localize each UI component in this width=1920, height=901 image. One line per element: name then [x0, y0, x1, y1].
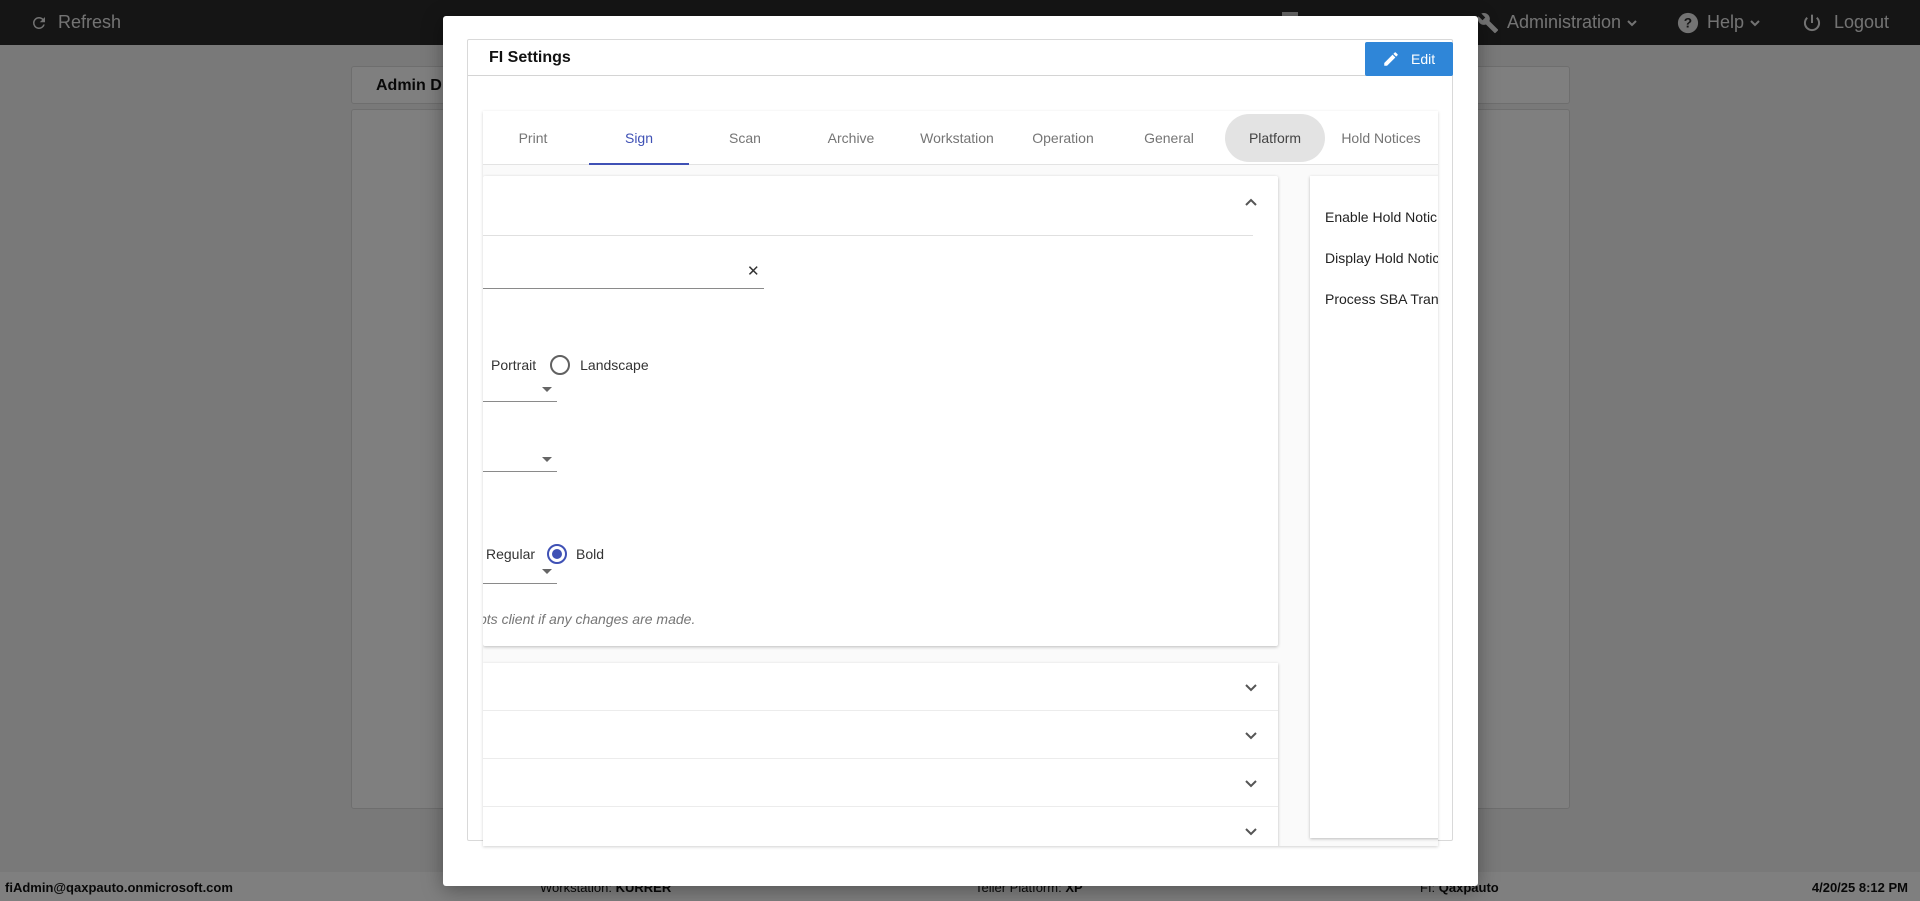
tab-label: Scan [729, 130, 761, 146]
dropdown-arrow-icon [542, 387, 552, 392]
dropdown-select-3[interactable] [483, 560, 557, 584]
dialog-header: FI Settings Edit [468, 40, 1453, 76]
enable-hold-notices-label: Enable Hold Notic [1325, 209, 1438, 225]
tab-label: General [1144, 130, 1194, 146]
chevron-up-icon[interactable] [1243, 195, 1259, 211]
accordion-section[interactable] [483, 807, 1278, 846]
settings-tabs: Print Sign Scan Archive Workstation Oper… [483, 111, 1438, 165]
landscape-label: Landscape [580, 357, 649, 373]
tab-hold-notices[interactable]: Hold Notices [1331, 111, 1431, 165]
display-hold-notices-label: Display Hold Notic [1325, 250, 1438, 266]
accordion-section[interactable] [483, 663, 1278, 711]
chevron-down-icon [1245, 684, 1257, 692]
tab-label: Sign [624, 130, 654, 146]
tab-operation[interactable]: Operation [1013, 111, 1113, 165]
tab-label: Workstation [920, 130, 994, 146]
orientation-radio-group: Portrait Landscape [483, 353, 649, 377]
accordion-section[interactable] [483, 711, 1278, 759]
collapsed-sections [483, 663, 1278, 846]
dropdown-arrow-icon [542, 569, 552, 574]
accordion-section[interactable] [483, 759, 1278, 807]
fi-settings-dialog: FI Settings Edit Print Sign Scan Archive… [443, 16, 1478, 886]
chevron-down-icon [1245, 732, 1257, 740]
chevron-down-icon [1245, 828, 1257, 836]
settings-content: Print Sign Scan Archive Workstation Oper… [483, 111, 1438, 846]
hold-notices-panel: Enable Hold Notic Display Hold Notic Pro… [1310, 176, 1438, 838]
pencil-icon [1384, 52, 1398, 66]
tab-sign[interactable]: Sign [589, 111, 689, 165]
dialog-title: FI Settings [489, 49, 571, 66]
dropdown-select-1[interactable] [483, 378, 557, 402]
tab-label: Archive [827, 130, 875, 146]
bold-label: Bold [576, 546, 605, 562]
panel-divider [483, 235, 1253, 236]
tab-archive[interactable]: Archive [801, 111, 901, 165]
edit-button[interactable]: Edit [1365, 42, 1453, 76]
tab-workstation[interactable]: Workstation [907, 111, 1007, 165]
tab-label: Platform [1248, 130, 1302, 146]
clear-icon[interactable]: ✕ [747, 262, 760, 280]
portrait-label: Portrait [491, 357, 537, 373]
dropdown-select-2[interactable] [483, 448, 557, 472]
tab-label: Print [518, 130, 548, 146]
landscape-radio[interactable] [550, 355, 571, 375]
tab-label: Operation [1032, 130, 1094, 146]
dropdown-arrow-icon [542, 457, 552, 462]
restart-note: pts client if any changes are made. [483, 611, 696, 627]
text-input[interactable]: ✕ [483, 261, 764, 289]
sign-settings-panel: ✕ Portrait Landscape Regular Bold pts cl… [483, 176, 1278, 646]
tab-scan[interactable]: Scan [695, 111, 795, 165]
fi-settings-container: FI Settings Edit Print Sign Scan Archive… [467, 39, 1453, 846]
tab-platform[interactable]: Platform [1225, 111, 1325, 165]
edit-label: Edit [1411, 51, 1436, 67]
tab-print[interactable]: Print [483, 111, 583, 165]
tab-general[interactable]: General [1119, 111, 1219, 165]
chevron-down-icon [1245, 780, 1257, 788]
tab-label: Hold Notices [1341, 130, 1421, 146]
process-sba-label: Process SBA Tran [1325, 291, 1438, 307]
